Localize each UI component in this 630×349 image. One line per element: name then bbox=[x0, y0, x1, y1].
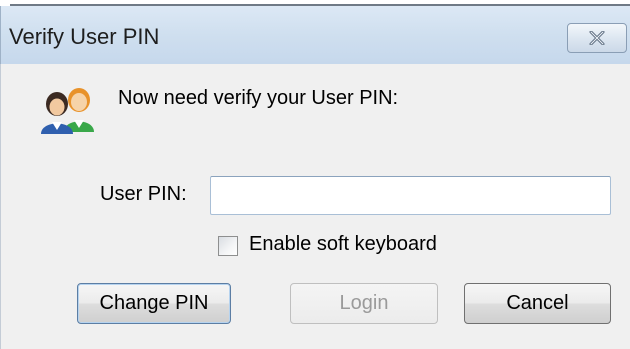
cancel-button[interactable]: Cancel bbox=[464, 283, 611, 324]
verify-pin-dialog: Verify User PIN Now need verify your Use… bbox=[0, 0, 630, 349]
login-button[interactable]: Login bbox=[290, 283, 438, 324]
close-button[interactable] bbox=[567, 23, 627, 53]
users-icon bbox=[41, 88, 94, 134]
change-pin-button[interactable]: Change PIN bbox=[77, 283, 231, 324]
user-pin-input[interactable] bbox=[210, 176, 611, 215]
close-icon bbox=[589, 31, 605, 45]
window-title: Verify User PIN bbox=[9, 24, 160, 49]
prompt-message: Now need verify your User PIN: bbox=[118, 87, 399, 109]
user-pin-label: User PIN: bbox=[100, 183, 187, 205]
soft-keyboard-label[interactable]: Enable soft keyboard bbox=[249, 233, 437, 256]
soft-keyboard-checkbox[interactable] bbox=[218, 236, 238, 256]
title-bar[interactable]: Verify User PIN bbox=[0, 6, 630, 64]
